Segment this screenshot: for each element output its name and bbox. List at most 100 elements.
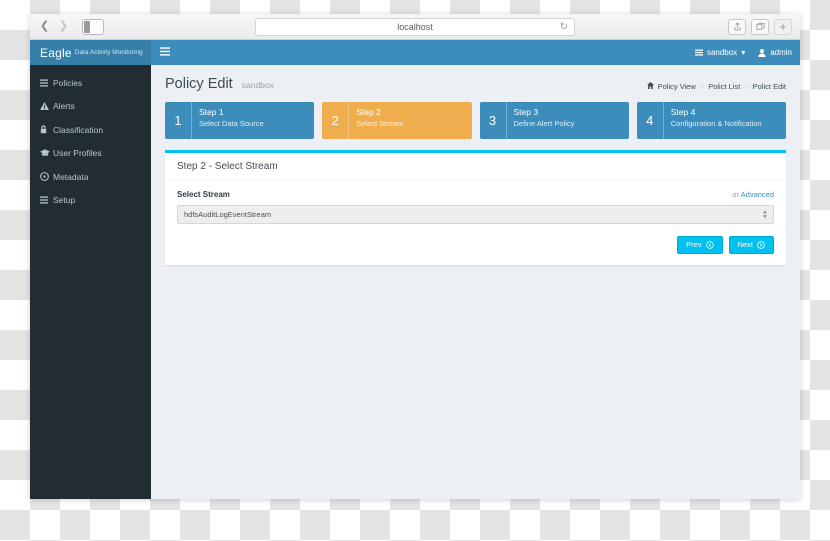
browser-nav-group: ❮ ❯	[36, 18, 104, 35]
page-subtitle: sandbox	[241, 80, 274, 90]
stepper-arrows-icon[interactable]: ▲ ▼	[762, 209, 768, 220]
step-subtitle: Select Data Source	[199, 118, 264, 128]
browser-toolbar-right: +	[728, 18, 794, 35]
sidebar-item-label: Classification	[53, 124, 104, 135]
panel-body: Select Stream or Advanced hdfsAuditLogEv…	[165, 180, 786, 265]
new-tab-button[interactable]: +	[774, 18, 792, 35]
page-body: Policy Edit sandbox Policy View › Polict…	[151, 65, 800, 499]
page-title: Policy Edit sandbox	[165, 76, 274, 92]
step-title: Step 2	[356, 107, 381, 117]
step-text: Step 4 Configuration & Notification	[664, 102, 762, 139]
url-text: localhost	[397, 22, 433, 32]
step-number: 3	[480, 102, 507, 139]
step-text: Step 2 Select Stream	[349, 102, 403, 139]
sidebar-item-user-profiles[interactable]: User Profiles	[30, 142, 151, 166]
step-panel: Step 2 - Select Stream Select Stream or …	[165, 150, 786, 265]
step-title: Step 3	[513, 107, 539, 117]
sidebar: Eagle Data Activity Monitoring Policies	[30, 40, 151, 499]
browser-toolbar: ❮ ❯ localhost ↻ +	[30, 14, 800, 40]
step-subtitle: Define Alert Policy	[513, 118, 575, 128]
site-selector[interactable]: sandbox ▾	[694, 48, 746, 57]
graduation-cap-icon	[40, 149, 53, 157]
advanced-prefix: or	[732, 190, 741, 199]
advanced-link[interactable]: Advanced	[741, 190, 774, 199]
wizard-steps: 1 Step 1 Select Data Source 2 Step 2 Sel…	[165, 102, 786, 139]
select-stream-input[interactable]: hdfsAuditLogEventStream	[177, 205, 774, 224]
topbar-right: sandbox ▾ admin	[694, 48, 792, 57]
user-icon	[758, 48, 766, 57]
sidebar-item-label: Metadata	[53, 171, 89, 182]
next-button[interactable]: Next	[728, 236, 774, 254]
page-title-text: Policy Edit	[165, 76, 233, 92]
breadcrumb-separator: ›	[745, 83, 748, 90]
chevron-down-icon: ▼	[762, 214, 768, 220]
list-bars-icon	[40, 79, 53, 87]
breadcrumb-item-polict-list[interactable]: Polict List	[708, 82, 740, 91]
step-subtitle: Select Stream	[356, 118, 404, 128]
wizard-step-4[interactable]: 4 Step 4 Configuration & Notification	[636, 102, 786, 139]
warning-triangle-icon	[40, 102, 53, 111]
select-stream-wrapper: hdfsAuditLogEventStream ▲ ▼	[177, 205, 774, 224]
list-bars-icon	[40, 196, 53, 204]
main-content: sandbox ▾ admin Policy Edit sandbox Poli…	[151, 40, 800, 499]
step-title: Step 1	[199, 107, 224, 117]
panel-title: Step 2 - Select Stream	[177, 160, 278, 172]
breadcrumb-item-polict-edit[interactable]: Polict Edit	[753, 82, 786, 91]
sidebar-item-label: Policies	[53, 77, 83, 88]
reload-icon[interactable]: ↻	[560, 22, 568, 33]
address-bar[interactable]: localhost ↻	[255, 18, 575, 36]
back-button[interactable]: ❮	[36, 19, 53, 35]
advanced-toggle: or Advanced	[732, 190, 774, 199]
sidebar-nav: Policies Alerts Classification User Prof…	[30, 65, 151, 212]
tabs-overview-icon[interactable]	[751, 18, 769, 35]
app-container: Eagle Data Activity Monitoring Policies	[30, 40, 800, 499]
next-button-label: Next	[737, 240, 753, 250]
home-icon[interactable]	[646, 82, 654, 91]
brand-name: Eagle	[40, 45, 72, 60]
top-navbar: sandbox ▾ admin	[151, 40, 800, 65]
sidebar-item-alerts[interactable]: Alerts	[30, 95, 151, 119]
sidebar-item-metadata[interactable]: Metadata	[30, 165, 151, 189]
panel-footer: Prev Next	[177, 236, 774, 265]
select-stream-value: hdfsAuditLogEventStream	[184, 210, 272, 219]
user-menu[interactable]: admin	[758, 48, 792, 57]
hamburger-icon[interactable]	[160, 46, 170, 59]
lock-icon	[40, 125, 53, 134]
forward-button[interactable]: ❯	[55, 19, 72, 35]
prev-button-label: Prev	[686, 240, 702, 250]
breadcrumb: Policy View › Polict List › Polict Edit	[646, 76, 786, 91]
step-title: Step 4	[670, 107, 696, 117]
sidebar-item-label: Setup	[53, 195, 76, 206]
site-label: sandbox	[706, 48, 738, 57]
user-label: admin	[770, 48, 792, 57]
sidebar-item-classification[interactable]: Classification	[30, 118, 151, 142]
wizard-step-1[interactable]: 1 Step 1 Select Data Source	[165, 102, 315, 139]
globe-icon	[40, 172, 53, 182]
step-text: Step 3 Define Alert Policy	[507, 102, 575, 139]
sidebar-item-label: Alerts	[53, 101, 75, 112]
wizard-step-2[interactable]: 2 Step 2 Select Stream	[322, 102, 472, 139]
share-icon[interactable]	[728, 18, 746, 35]
sidebar-item-setup[interactable]: Setup	[30, 189, 151, 213]
building-icon	[694, 49, 703, 57]
step-subtitle: Configuration & Notification	[670, 118, 762, 128]
breadcrumb-separator: ›	[700, 83, 704, 90]
panel-header: Step 2 - Select Stream	[165, 153, 786, 180]
page-header: Policy Edit sandbox Policy View › Polict…	[165, 76, 786, 92]
arrow-left-circle-icon	[705, 241, 714, 249]
select-stream-label: Select Stream	[177, 190, 230, 199]
brand-subtitle: Data Activity Monitoring	[74, 49, 143, 56]
brand-logo[interactable]: Eagle Data Activity Monitoring	[30, 40, 151, 65]
breadcrumb-item-policy-view[interactable]: Policy View	[658, 82, 696, 91]
browser-window: ❮ ❯ localhost ↻ + Eagle Data Activity Mo…	[30, 14, 800, 499]
step-text: Step 1 Select Data Source	[192, 102, 264, 139]
sidebar-item-label: User Profiles	[53, 148, 102, 159]
step-number: 1	[165, 102, 192, 139]
sidebar-item-policies[interactable]: Policies	[30, 71, 151, 95]
form-row-select-stream: Select Stream or Advanced	[177, 190, 774, 199]
sidebar-toggle-icon[interactable]	[82, 18, 104, 35]
prev-button[interactable]: Prev	[677, 236, 723, 254]
step-number: 2	[322, 102, 350, 139]
wizard-step-3[interactable]: 3 Step 3 Define Alert Policy	[479, 102, 629, 139]
chevron-down-icon: ▾	[741, 48, 746, 57]
